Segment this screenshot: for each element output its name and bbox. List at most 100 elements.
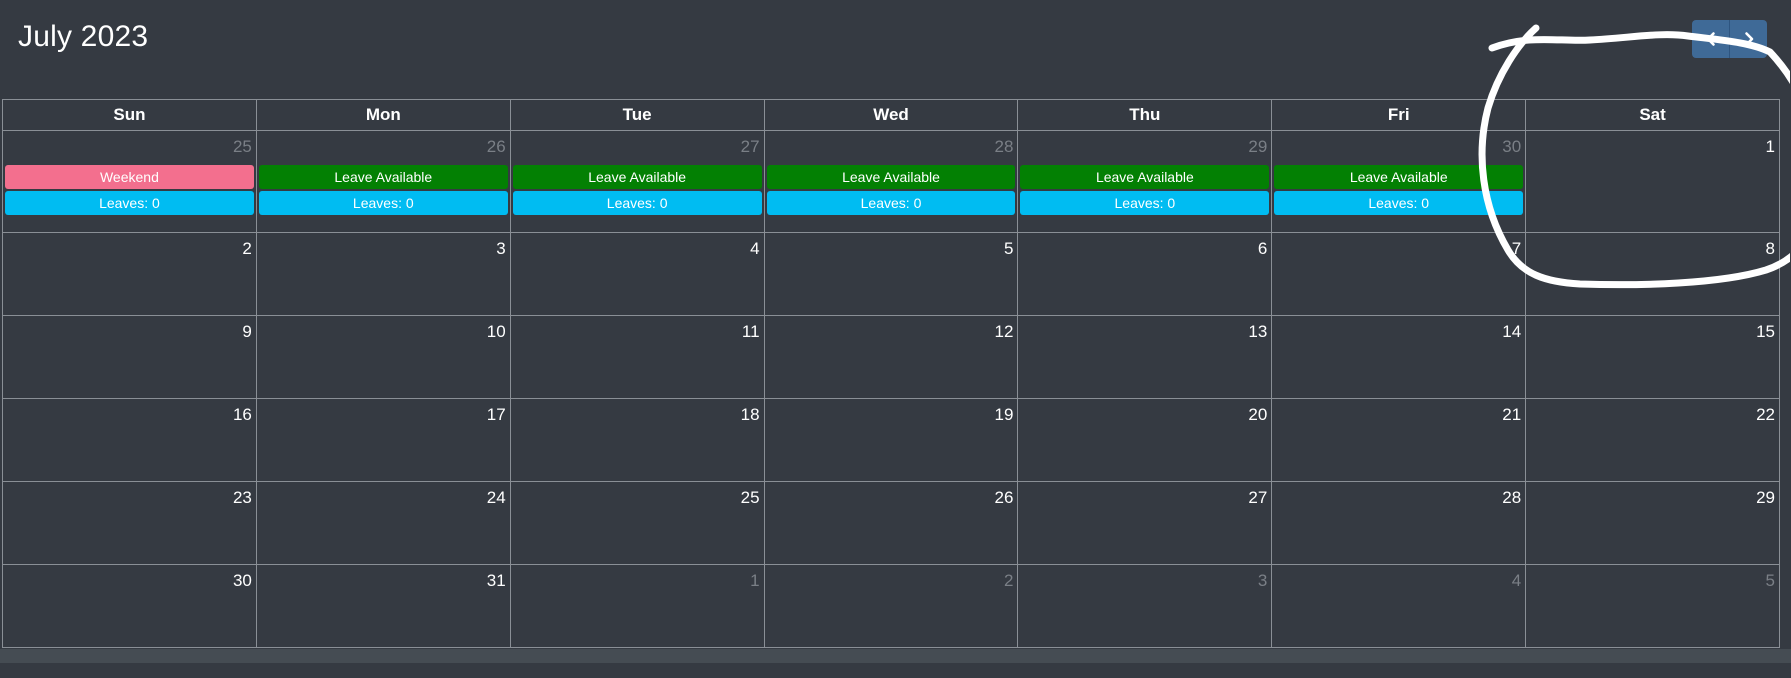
day-number[interactable]: 11 [742, 322, 760, 342]
leaves-count-event[interactable]: Leaves: 0 [512, 191, 762, 215]
day-cell[interactable]: 5 [1525, 565, 1779, 647]
leaves-count-event[interactable]: Leaves: 0 [1274, 191, 1524, 215]
day-cell[interactable]: 16 [3, 399, 256, 481]
day-cell[interactable]: 19 [763, 399, 1018, 481]
day-number[interactable]: 2 [1004, 571, 1013, 591]
day-number[interactable]: 30 [1502, 137, 1521, 157]
day-number[interactable]: 5 [1766, 571, 1775, 591]
day-number[interactable]: 29 [1248, 137, 1267, 157]
day-cell[interactable]: 26 Leave Available Leaves: 0 [255, 131, 510, 232]
day-cell[interactable]: 23 [3, 482, 256, 564]
day-number[interactable]: 15 [1756, 322, 1775, 342]
day-cell[interactable]: 2 [763, 565, 1018, 647]
day-number[interactable]: 13 [1248, 322, 1267, 342]
day-cell[interactable]: 9 [3, 316, 256, 398]
day-number[interactable]: 4 [1512, 571, 1521, 591]
day-number[interactable]: 18 [741, 405, 760, 425]
day-cell[interactable]: 11 [509, 316, 764, 398]
day-cell[interactable]: 1 [1525, 131, 1779, 232]
prev-month-button[interactable] [1692, 20, 1729, 58]
day-cell[interactable]: 2 [3, 233, 256, 315]
day-cell[interactable]: 18 [509, 399, 764, 481]
day-cell[interactable]: 3 [1017, 565, 1271, 647]
day-number[interactable]: 22 [1756, 405, 1775, 425]
day-cell[interactable]: 15 [1525, 316, 1779, 398]
day-number[interactable]: 9 [242, 322, 251, 342]
horizontal-scrollbar[interactable] [0, 649, 1791, 663]
day-cell[interactable]: 29 Leave Available Leaves: 0 [1017, 131, 1271, 232]
day-number[interactable]: 4 [750, 239, 759, 259]
day-number[interactable]: 31 [487, 571, 506, 591]
leaves-count-event[interactable]: Leaves: 0 [1020, 191, 1270, 215]
day-cell[interactable]: 24 [255, 482, 510, 564]
day-cell[interactable]: 25 [509, 482, 764, 564]
day-number[interactable]: 20 [1248, 405, 1267, 425]
day-cell[interactable]: 12 [763, 316, 1018, 398]
day-number[interactable]: 25 [741, 488, 760, 508]
day-number[interactable]: 26 [995, 488, 1014, 508]
day-number[interactable]: 10 [487, 322, 506, 342]
day-cell[interactable]: 27 [1017, 482, 1271, 564]
day-number[interactable]: 19 [995, 405, 1014, 425]
day-number[interactable]: 24 [487, 488, 506, 508]
day-cell[interactable]: 6 [1017, 233, 1271, 315]
next-month-button[interactable] [1729, 20, 1767, 58]
day-number[interactable]: 21 [1502, 405, 1521, 425]
day-cell[interactable]: 7 [1271, 233, 1525, 315]
day-cell[interactable]: 4 [509, 233, 764, 315]
day-number[interactable]: 3 [1258, 571, 1267, 591]
day-number[interactable]: 1 [750, 571, 759, 591]
day-cell[interactable]: 17 [255, 399, 510, 481]
day-cell[interactable]: 30 [3, 565, 256, 647]
day-number[interactable]: 14 [1502, 322, 1521, 342]
day-number[interactable]: 28 [1502, 488, 1521, 508]
status-event[interactable]: Leave Available [766, 165, 1016, 189]
day-number[interactable]: 29 [1756, 488, 1775, 508]
day-number[interactable]: 6 [1258, 239, 1267, 259]
day-cell[interactable]: 26 [763, 482, 1018, 564]
status-event[interactable]: Weekend [5, 165, 254, 189]
day-number[interactable]: 27 [741, 137, 760, 157]
day-number[interactable]: 1 [1766, 137, 1775, 157]
day-cell[interactable]: 22 [1525, 399, 1779, 481]
leaves-count-event[interactable]: Leaves: 0 [766, 191, 1016, 215]
status-event[interactable]: Leave Available [258, 165, 508, 189]
day-cell[interactable]: 28 [1271, 482, 1525, 564]
day-cell[interactable]: 10 [255, 316, 510, 398]
leaves-count-event[interactable]: Leaves: 0 [258, 191, 508, 215]
day-number[interactable]: 7 [1512, 239, 1521, 259]
day-cell[interactable]: 21 [1271, 399, 1525, 481]
day-cell[interactable]: 30 Leave Available Leaves: 0 [1271, 131, 1525, 232]
day-number[interactable]: 30 [233, 571, 252, 591]
day-cell[interactable]: 25 Weekend Leaves: 0 [3, 131, 256, 232]
day-number[interactable]: 2 [242, 239, 251, 259]
day-cell[interactable]: 13 [1017, 316, 1271, 398]
day-number[interactable]: 16 [233, 405, 252, 425]
status-event[interactable]: Leave Available [512, 165, 762, 189]
day-cell[interactable]: 1 [509, 565, 764, 647]
status-event[interactable]: Leave Available [1020, 165, 1270, 189]
day-number[interactable]: 8 [1766, 239, 1775, 259]
day-cell[interactable]: 14 [1271, 316, 1525, 398]
day-cell[interactable]: 8 [1525, 233, 1779, 315]
day-cell[interactable]: 31 [255, 565, 510, 647]
day-number[interactable]: 12 [995, 322, 1014, 342]
day-cell[interactable]: 4 [1271, 565, 1525, 647]
day-number[interactable]: 5 [1004, 239, 1013, 259]
day-number[interactable]: 3 [496, 239, 505, 259]
status-event[interactable]: Leave Available [1274, 165, 1524, 189]
weeks-container: 25 Weekend Leaves: 0 26 Leave Available Leave… [3, 131, 1779, 647]
day-cell[interactable]: 5 [763, 233, 1018, 315]
day-number[interactable]: 27 [1248, 488, 1267, 508]
day-number[interactable]: 23 [233, 488, 252, 508]
day-number[interactable]: 25 [233, 137, 252, 157]
day-cell[interactable]: 27 Leave Available Leaves: 0 [509, 131, 764, 232]
leaves-count-event[interactable]: Leaves: 0 [5, 191, 254, 215]
day-cell[interactable]: 29 [1525, 482, 1779, 564]
day-number[interactable]: 26 [487, 137, 506, 157]
day-number[interactable]: 28 [995, 137, 1014, 157]
day-cell[interactable]: 20 [1017, 399, 1271, 481]
day-number[interactable]: 17 [487, 405, 506, 425]
day-cell[interactable]: 28 Leave Available Leaves: 0 [763, 131, 1018, 232]
day-cell[interactable]: 3 [255, 233, 510, 315]
